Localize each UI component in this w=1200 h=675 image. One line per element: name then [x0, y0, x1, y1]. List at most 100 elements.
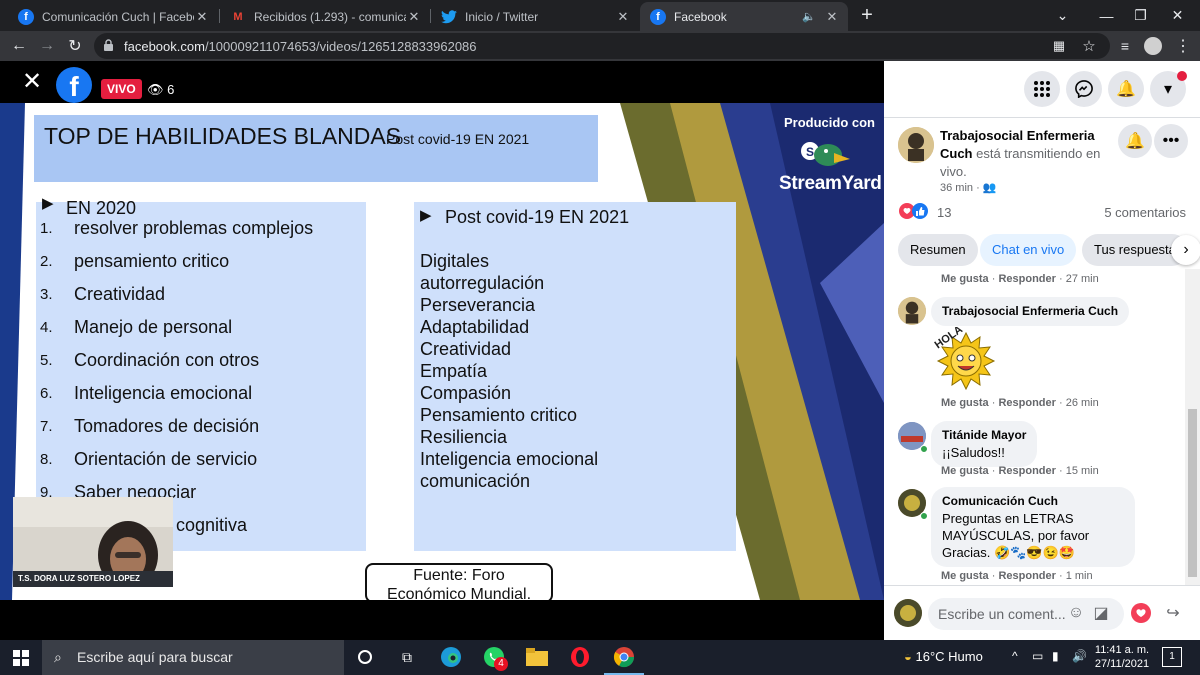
weather-widget[interactable]: ◒ 16°C Humo — [904, 649, 983, 664]
list-item: autorregulación — [420, 273, 545, 293]
file-explorer-icon[interactable] — [524, 644, 550, 670]
viewer-count: 👁 6 — [147, 82, 174, 98]
qr-code-icon[interactable]: ▦ — [1048, 35, 1070, 57]
bookmark-star-icon[interactable]: ☆ — [1078, 35, 1100, 57]
browser-tab-strip: f Comunicación Cuch | Facebook ✕ M Recib… — [0, 0, 1200, 31]
cortana-icon[interactable] — [352, 644, 378, 670]
whatsapp-icon[interactable]: 4 — [481, 644, 508, 671]
facebook-icon: f — [18, 8, 34, 25]
close-window-button[interactable]: ✕ — [1155, 0, 1200, 31]
address-bar[interactable]: facebook.com/100009211074653/videos/1265… — [94, 33, 1110, 59]
show-hidden-icons-chevron-icon[interactable]: ^ — [1012, 649, 1018, 663]
opera-icon[interactable] — [567, 644, 593, 670]
list-item: Digitales — [420, 251, 490, 271]
menu-grid-icon[interactable] — [1024, 71, 1060, 107]
like-link[interactable]: Me gusta — [941, 465, 989, 477]
presenter-name: T.S. DORA LUZ SOTERO LOPEZ — [13, 571, 173, 587]
comment-bubble: Titánide Mayor ¡¡Saludos!! — [931, 421, 1038, 467]
friends-icon: 👥 — [982, 182, 997, 194]
tab-gmail[interactable]: M Recibidos (1.293) - comunicacion ✕ — [220, 2, 430, 31]
reactions-count[interactable]: 13 — [937, 205, 951, 220]
video-slide[interactable]: TOP DE HABILIDADES BLANDAS Post covid-19… — [0, 103, 884, 600]
list-item: 7. Tomadores de decisión — [40, 416, 260, 436]
composer-divider — [884, 585, 1200, 586]
reading-list-icon[interactable]: ≡ — [1114, 35, 1136, 57]
comment-time: 26 min — [1065, 397, 1099, 409]
chevron-right-icon[interactable]: › — [1171, 235, 1200, 265]
like-link[interactable]: Me gusta — [941, 397, 989, 409]
avatar[interactable] — [894, 599, 922, 627]
gmail-icon: M — [233, 10, 243, 23]
tab-resumen[interactable]: Resumen — [898, 234, 978, 266]
list-item: Pensamiento critico — [420, 405, 578, 425]
windows-taskbar: ⌕ Escribe aquí para buscar ⧉ 4 ◒ 16°C Hu… — [0, 640, 1200, 675]
avatar[interactable] — [898, 297, 926, 325]
close-tab-icon[interactable]: ✕ — [406, 9, 422, 25]
browser-toolbar: ← → ↻ facebook.com/100009211074653/video… — [0, 31, 1200, 61]
tab-search-chevron-icon[interactable]: ⌄ — [1040, 0, 1085, 31]
forward-button[interactable]: → — [36, 35, 58, 57]
tab-comunicacion-cuch[interactable]: f Comunicación Cuch | Facebook ✕ — [8, 2, 218, 31]
viewer-count-value: 6 — [167, 82, 175, 97]
avatar[interactable] — [898, 127, 934, 163]
network-icon[interactable]: ▭ — [1032, 649, 1043, 663]
reaction-icons[interactable] — [898, 202, 934, 220]
love-reaction-icon[interactable] — [1130, 602, 1152, 624]
edge-icon[interactable] — [438, 644, 464, 670]
reply-link[interactable]: Responder — [998, 273, 1055, 285]
weather-text: 16°C Humo — [915, 649, 983, 664]
comment-author[interactable]: Trabajosocial Enfermeria Cuch — [942, 303, 1118, 320]
comments-count[interactable]: 5 comentarios — [1104, 205, 1186, 220]
close-tab-icon[interactable]: ✕ — [194, 9, 210, 25]
more-options-icon[interactable]: ••• — [1154, 124, 1188, 158]
list-item: 2. pensamiento critico — [40, 251, 230, 271]
notifications-bell-icon[interactable]: 🔔 — [1118, 124, 1152, 158]
messenger-icon[interactable] — [1066, 71, 1102, 107]
task-view-icon[interactable]: ⧉ — [394, 644, 420, 670]
facebook-logo-icon[interactable]: f — [56, 67, 92, 103]
windows-start-icon[interactable] — [0, 640, 42, 675]
clock[interactable]: 11:41 a. m. 27/11/2021 — [1090, 643, 1154, 671]
profile-avatar[interactable] — [1142, 35, 1164, 57]
close-tab-icon[interactable]: ✕ — [615, 9, 631, 25]
tab-title: Comunicación Cuch | Facebook — [42, 9, 194, 24]
like-link[interactable]: Me gusta — [941, 570, 989, 582]
volume-icon[interactable]: 🔊 — [1072, 649, 1087, 663]
chrome-icon[interactable] — [611, 644, 637, 670]
taskbar-search[interactable]: ⌕ Escribe aquí para buscar — [42, 640, 344, 675]
list-2021-box: ▶ Post covid-19 EN 2021 Digitales autorr… — [414, 202, 736, 551]
list-item: cognitiva — [176, 515, 248, 535]
reload-button[interactable]: ↻ — [64, 35, 86, 57]
produced-by-label: Producido con — [784, 115, 875, 130]
notifications-bell-icon[interactable]: 🔔 — [1108, 71, 1144, 107]
tab-facebook-active[interactable]: f Facebook 🔈 ✕ — [640, 2, 848, 31]
comment-author[interactable]: Comunicación Cuch — [942, 493, 1124, 510]
comment-time: 1 min — [1065, 570, 1093, 582]
comment-actions: Me gusta · Responder · 27 min — [941, 273, 1099, 285]
source-line: Económico Mundial. — [386, 586, 532, 600]
sticker-icon[interactable]: ◪ — [1090, 602, 1112, 624]
comment-text: Preguntas en LETRAS MAYÚSCULAS, por favo… — [942, 511, 1090, 560]
reply-link[interactable]: Responder — [998, 397, 1055, 409]
speaker-icon[interactable]: 🔈 — [802, 10, 816, 23]
comment-text: ¡¡Saludos!! — [942, 445, 1005, 460]
comment-author[interactable]: Titánide Mayor — [942, 427, 1026, 444]
scrollbar-thumb[interactable] — [1188, 409, 1197, 577]
like-link[interactable]: Me gusta — [941, 273, 989, 285]
close-video-icon[interactable]: ✕ — [22, 70, 42, 94]
emoji-icon[interactable]: ☺ — [1065, 602, 1087, 624]
new-tab-button[interactable]: + — [856, 4, 878, 26]
tab-chat-en-vivo[interactable]: Chat en vivo — [980, 234, 1077, 266]
close-tab-icon[interactable]: ✕ — [824, 9, 840, 25]
back-button[interactable]: ← — [8, 35, 30, 57]
reply-link[interactable]: Responder — [998, 570, 1055, 582]
url-text: facebook.com/100009211074653/videos/1265… — [124, 39, 477, 54]
reply-link[interactable]: Responder — [998, 465, 1055, 477]
browser-menu-icon[interactable]: ⋮ — [1172, 35, 1194, 57]
notification-center-icon[interactable]: 1 — [1162, 647, 1182, 667]
battery-icon[interactable]: ▮ — [1052, 649, 1059, 663]
clock-date: 27/11/2021 — [1094, 658, 1150, 670]
share-icon[interactable]: ↪ — [1162, 602, 1184, 624]
list-item: 3. Creatividad — [40, 284, 166, 304]
tab-twitter[interactable]: Inicio / Twitter ✕ — [431, 2, 639, 31]
